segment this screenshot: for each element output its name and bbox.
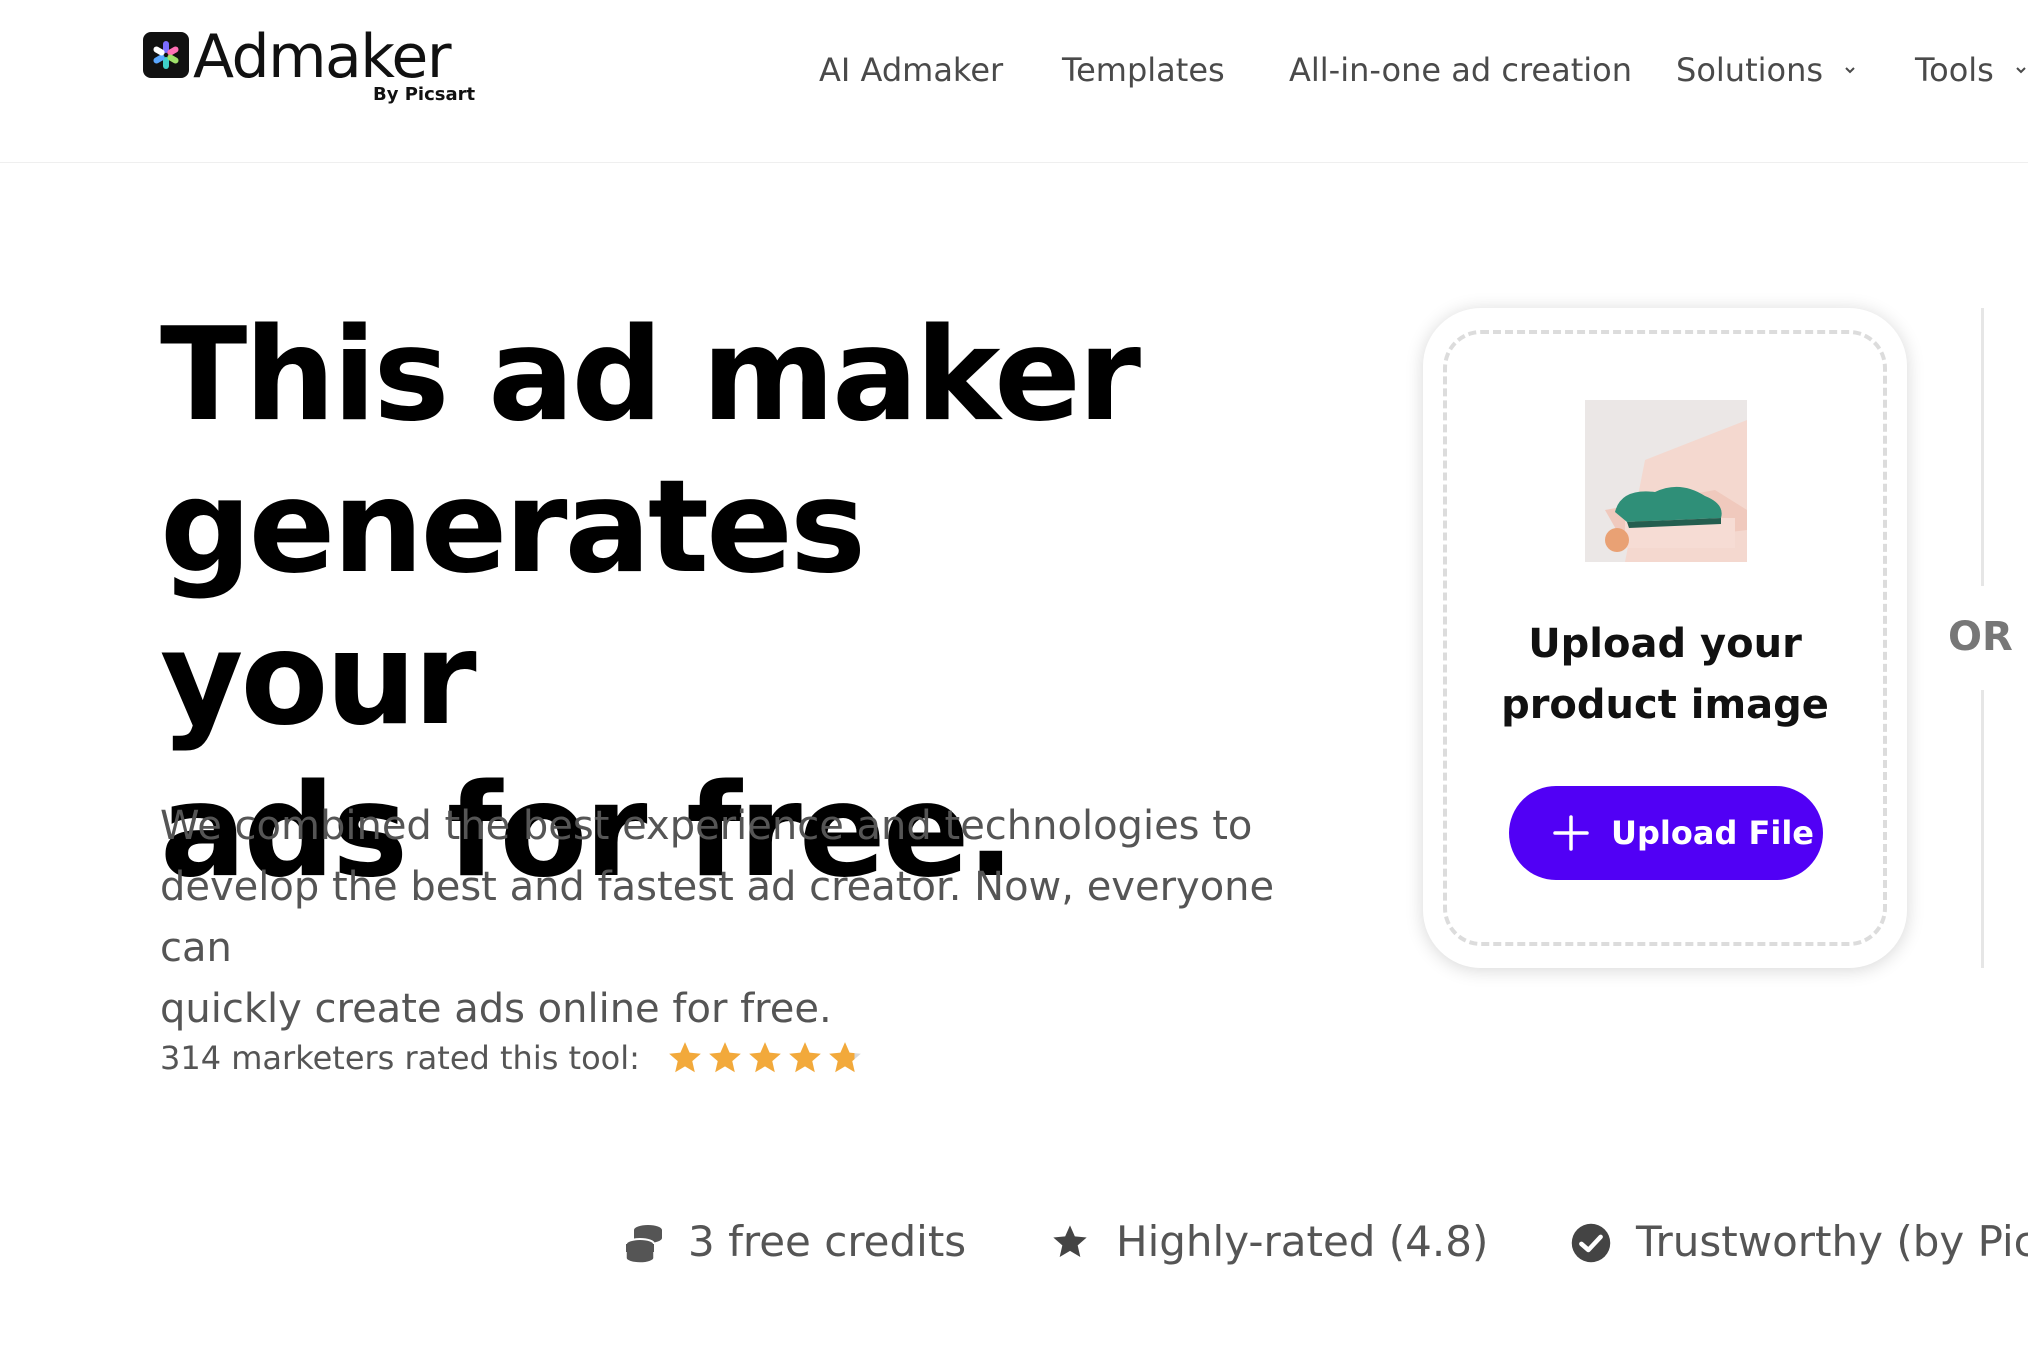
hero-title-line: This ad maker xyxy=(160,301,1141,450)
nav-item-all-in-one[interactable]: All-in-one ad creation xyxy=(1289,48,1632,92)
nav-item-templates[interactable]: Templates xyxy=(1062,48,1225,92)
nav-item-label: AI Admaker xyxy=(819,51,1004,89)
chevron-down-icon xyxy=(1845,67,1855,74)
upload-button-label: Upload File xyxy=(1611,814,1814,852)
hero-description-line: develop the best and fastest ad creator.… xyxy=(160,864,1275,971)
divider xyxy=(1981,308,1984,586)
rating-star-icon[interactable] xyxy=(786,1039,824,1077)
rating-star-icon[interactable] xyxy=(706,1039,744,1077)
hero-title-line: generates your xyxy=(160,453,866,754)
rating-stars[interactable] xyxy=(666,1039,866,1077)
hero-description-line: We combined the best experience and tech… xyxy=(160,803,1253,849)
nav-item-ai-admaker[interactable]: AI Admaker xyxy=(819,48,1003,92)
hero-description: We combined the best experience and tech… xyxy=(160,796,1310,1040)
rating-star-icon[interactable] xyxy=(826,1039,864,1077)
divider xyxy=(1981,690,1984,968)
rating-text: 314 marketers rated this tool: xyxy=(160,1039,640,1077)
nav-item-label: All-in-one ad creation xyxy=(1289,51,1632,89)
rating-star-icon[interactable] xyxy=(746,1039,784,1077)
coins-icon xyxy=(625,1225,662,1264)
nav-item-label: Templates xyxy=(1062,51,1225,89)
site-header: Admaker By Picsart AI Admaker Templates … xyxy=(0,0,2028,163)
upload-title: Upload your product image xyxy=(1423,614,1907,736)
nav-item-solutions[interactable]: Solutions xyxy=(1676,48,1857,92)
rating-row: 314 marketers rated this tool: xyxy=(160,1035,866,1081)
upload-title-line: product image xyxy=(1501,682,1829,728)
star-icon xyxy=(1053,1225,1087,1257)
feature-label: Highly-rated (4.8) xyxy=(1116,1217,1489,1266)
upload-file-button[interactable]: Upload File xyxy=(1509,786,1823,880)
hero-description-line: quickly create ads online for free. xyxy=(160,986,832,1032)
upload-card[interactable]: Upload your product image Upload File xyxy=(1423,308,1907,968)
main-nav: AI Admaker Templates All-in-one ad creat… xyxy=(0,48,2028,92)
nav-item-label: Solutions xyxy=(1676,51,1824,89)
or-label: OR xyxy=(1948,614,2013,660)
plus-icon xyxy=(1553,815,1589,851)
nav-item-label: Tools xyxy=(1915,51,1994,89)
check-circle-icon xyxy=(1571,1223,1611,1263)
product-sample-image xyxy=(1585,400,1747,562)
feature-label: 3 free credits xyxy=(688,1217,967,1266)
nav-item-tools[interactable]: Tools xyxy=(1915,48,2028,92)
chevron-down-icon xyxy=(2016,67,2026,74)
upload-title-line: Upload your xyxy=(1528,621,1802,667)
feature-label: Trustworthy (by Pics xyxy=(1636,1217,2028,1266)
rating-star-icon[interactable] xyxy=(666,1039,704,1077)
